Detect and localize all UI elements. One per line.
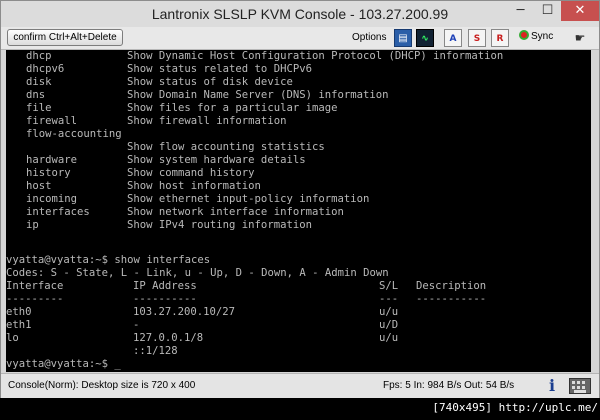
table-cell: Description [416, 280, 487, 292]
maximize-button[interactable]: ☐ [534, 1, 561, 21]
help-description: Show status related to DHCPv6 [127, 63, 312, 75]
help-description: Show command history [127, 167, 255, 179]
sync-icon [519, 30, 529, 40]
help-command: dhcp [26, 50, 52, 62]
table-cell: --------- [6, 293, 64, 305]
close-button[interactable]: ✕ [561, 1, 599, 21]
codes-line: Codes: S - State, L - Link, u - Up, D - … [6, 267, 389, 279]
options-menu[interactable]: Options [352, 32, 386, 43]
help-description: Show ethernet input-policy information [127, 193, 370, 205]
help-row: disk Show status of disk device [6, 76, 591, 89]
console-terminal[interactable]: dhcp Show Dynamic Host Configuration Prot… [6, 50, 591, 372]
save-icon[interactable]: ▤ [394, 29, 412, 47]
help-row: Show flow accounting statistics [6, 141, 591, 154]
help-row: dhcpv6 Show status related to DHCPv6 [6, 63, 591, 76]
help-row: incoming Show ethernet input-policy infor… [6, 193, 591, 206]
help-row: dhcp Show Dynamic Host Configuration Prot… [6, 50, 591, 63]
help-description: Show network interface information [127, 206, 344, 218]
help-row: flow-accounting [6, 128, 591, 141]
help-row: host Show host information [6, 180, 591, 193]
ctrl-alt-delete-button[interactable]: confirm Ctrl+Alt+Delete [7, 29, 123, 46]
a-icon-label: A [449, 34, 457, 44]
help-command: flow-accounting [26, 128, 122, 140]
table-cell: Interface [6, 280, 64, 292]
help-command: ip [26, 219, 39, 231]
help-command: file [26, 102, 52, 114]
help-command: history [26, 167, 71, 179]
help-row: dns Show Domain Name Server (DNS) informa… [6, 89, 591, 102]
table-cell: ----------- [416, 293, 487, 305]
table-row: eth0 103.27.200.10/27 u/u [6, 306, 591, 319]
table-cell: ::1/128 [133, 345, 178, 357]
help-row: firewall Show firewall information [6, 115, 591, 128]
kvm-console-window: Lantronix SLSLP KVM Console - 103.27.200… [0, 0, 600, 398]
help-command: hardware [26, 154, 78, 166]
fps-status: Fps: 5 In: 984 B/s Out: 54 B/s [383, 380, 515, 391]
sync-label: Sync [531, 31, 554, 42]
image-credit: [740x495] http://uplc.me/ [432, 401, 598, 414]
help-description: Show system hardware details [127, 154, 306, 166]
help-description: Show status of disk device [127, 76, 293, 88]
toolbar: confirm Ctrl+Alt+Delete Options ▤ ∿ A S … [1, 27, 599, 50]
minimize-button[interactable]: ─ [507, 1, 534, 21]
sync-button[interactable]: Sync [519, 30, 567, 46]
help-command: interfaces [26, 206, 90, 218]
help-description: Show files for a particular image [127, 102, 338, 114]
table-cell: u/u [379, 332, 399, 344]
status-bar: Console(Norm): Desktop size is 720 x 400… [1, 373, 599, 398]
help-row: ip Show IPv4 routing information [6, 219, 591, 232]
help-description: Show flow accounting statistics [127, 141, 325, 153]
table-row: eth1 - u/D [6, 319, 591, 332]
desktop-size-status: Console(Norm): Desktop size is 720 x 400 [8, 380, 196, 391]
table-cell: - [133, 319, 140, 331]
table-cell: u/D [379, 319, 399, 331]
help-row: interfaces Show network interface informa… [6, 206, 591, 219]
table-cell: --- [379, 293, 399, 305]
help-command: incoming [26, 193, 78, 205]
signal-icon[interactable]: ∿ [416, 29, 434, 47]
table-row: ::1/128 [6, 345, 591, 358]
help-description: Show host information [127, 180, 261, 192]
help-description: Show Domain Name Server (DNS) informatio… [127, 89, 389, 101]
help-description: Show Dynamic Host Configuration Protocol… [127, 50, 504, 62]
table-cell: IP Address [133, 280, 197, 292]
table-cell: 103.27.200.10/27 [133, 306, 236, 318]
table-cell: eth0 [6, 306, 32, 318]
help-description: Show firewall information [127, 115, 287, 127]
a-icon[interactable]: A [444, 29, 462, 47]
help-row: file Show files for a particular image [6, 102, 591, 115]
r-icon-label: R [496, 34, 504, 44]
table-cell: 127.0.0.1/8 [133, 332, 204, 344]
prompt-command: vyatta@vyatta:~$ show interfaces [6, 254, 211, 266]
r-icon[interactable]: R [491, 29, 509, 47]
help-command: host [26, 180, 52, 192]
keyboard-icon[interactable] [569, 378, 591, 394]
help-command: dhcpv6 [26, 63, 65, 75]
final-prompt: vyatta@vyatta:~$ _ [6, 358, 121, 370]
help-row: hardware Show system hardware details [6, 154, 591, 167]
table-cell: u/u [379, 306, 399, 318]
help-command: disk [26, 76, 52, 88]
table-cell: S/L [379, 280, 399, 292]
help-command: firewall [26, 115, 78, 127]
title-bar[interactable]: Lantronix SLSLP KVM Console - 103.27.200… [1, 1, 599, 27]
table-cell: ---------- [133, 293, 197, 305]
table-row: lo 127.0.0.1/8 u/u [6, 332, 591, 345]
help-row: history Show command history [6, 167, 591, 180]
table-header: Interface IP Address S/L Description [6, 280, 591, 293]
table-cell: eth1 [6, 319, 32, 331]
table-divider: --------- ---------- --- ----------- [6, 293, 591, 306]
s-icon[interactable]: S [468, 29, 486, 47]
table-cell: lo [6, 332, 19, 344]
s-icon-label: S [473, 34, 481, 44]
hand-icon[interactable]: ☛ [569, 29, 591, 47]
help-command: dns [26, 89, 46, 101]
info-icon[interactable]: i [546, 377, 558, 395]
help-description: Show IPv4 routing information [127, 219, 312, 231]
